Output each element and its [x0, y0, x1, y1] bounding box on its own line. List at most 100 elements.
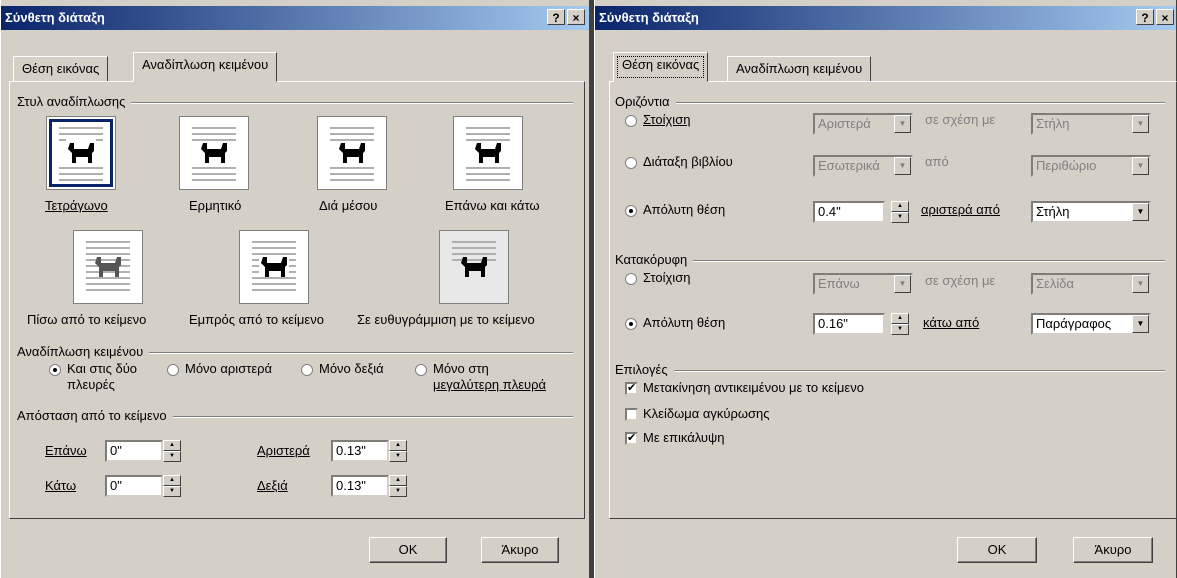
chevron-down-icon[interactable]: ▼ [1132, 115, 1149, 133]
group-divider [615, 260, 1165, 262]
vertical-absolute-spinner[interactable]: ▲ ▼ [891, 313, 909, 335]
vertical-below-value: Παράγραφος [1036, 316, 1112, 331]
vertical-relative-label: σε σχέση με [925, 273, 996, 288]
horizontal-left-of-select[interactable]: Στήλη ▼ [1031, 201, 1151, 223]
distance-right-spinner[interactable]: ▲ ▼ [389, 475, 407, 497]
tab-text-wrapping[interactable]: Αναδίπλωση κειμένου [133, 52, 278, 82]
lock-anchor-checkbox[interactable] [625, 408, 638, 421]
wrap-square-option[interactable] [46, 116, 116, 190]
vertical-relative-select[interactable]: Σελίδα ▼ [1031, 273, 1151, 295]
chevron-down-icon[interactable]: ▼ [1132, 203, 1149, 221]
vertical-alignment-label: Στοίχιση [643, 270, 691, 285]
tab-panel [609, 81, 1177, 519]
chevron-down-icon[interactable]: ▼ [894, 275, 911, 293]
wrap-left-only-radio[interactable] [167, 364, 179, 376]
distance-bottom-spinner[interactable]: ▲ ▼ [163, 475, 181, 497]
chevron-down-icon[interactable]: ▼ [894, 115, 911, 133]
horizontal-group-title: Οριζόντια [615, 94, 676, 109]
group-divider [615, 102, 1165, 104]
close-button[interactable]: × [1156, 9, 1174, 25]
vertical-relative-value: Σελίδα [1036, 276, 1074, 291]
tab-text-wrapping[interactable]: Αναδίπλωση κειμένου [727, 56, 872, 82]
help-button[interactable]: ? [1136, 9, 1154, 25]
wrap-top-bottom-option[interactable] [453, 116, 523, 190]
wrap-square-label: Τετράγωνο [45, 198, 108, 213]
wrap-behind-option[interactable] [73, 230, 143, 304]
cancel-button[interactable]: Άκυρο [481, 537, 559, 563]
wrap-tight-option[interactable] [179, 116, 249, 190]
distance-bottom-label: Κάτω [45, 478, 77, 493]
horizontal-alignment-select[interactable]: Αριστερά ▼ [813, 113, 913, 135]
layout-dialog-position: Σύνθετη διάταξη ? × Θέση εικόνας Αναδίπλ… [594, 0, 1177, 578]
horizontal-left-of-value: Στήλη [1036, 204, 1070, 219]
dialog-title: Σύνθετη διάταξη [5, 10, 105, 25]
tab-picture-position[interactable]: Θέση εικόνας [13, 56, 109, 82]
wrap-largest-side-radio[interactable] [415, 364, 427, 376]
vertical-alignment-value: Επάνω [818, 276, 860, 291]
wrap-text-group-title: Αναδίπλωση κειμένου [17, 344, 150, 359]
allow-overlap-checkbox[interactable]: ✔ [625, 432, 638, 445]
help-button[interactable]: ? [547, 9, 565, 25]
vertical-alignment-radio[interactable] [625, 273, 637, 285]
book-layout-value: Εσωτερικά [818, 158, 880, 173]
wrap-both-sides-label-2: πλευρές [67, 377, 115, 392]
book-layout-select[interactable]: Εσωτερικά ▼ [813, 155, 913, 177]
book-layout-of-label: από [925, 154, 949, 169]
title-bar: Σύνθετη διάταξη ? × [595, 6, 1176, 30]
wrap-both-sides-label: Και στις δύο [67, 361, 138, 376]
book-layout-radio[interactable] [625, 157, 637, 169]
chevron-down-icon[interactable]: ▼ [1132, 157, 1149, 175]
book-layout-of-value: Περιθώριο [1036, 158, 1097, 173]
wrap-right-only-radio[interactable] [301, 364, 313, 376]
distance-right-input[interactable]: 0.13" [331, 475, 389, 497]
move-with-text-checkbox[interactable]: ✔ [625, 382, 638, 395]
wrap-largest-side-label: Μόνο στη [433, 361, 489, 376]
title-bar: Σύνθετη διάταξη ? × [1, 6, 589, 30]
distance-top-input[interactable]: 0" [105, 440, 163, 462]
distance-left-label: Αριστερά [257, 443, 310, 458]
distance-left-spinner[interactable]: ▲ ▼ [389, 440, 407, 462]
distance-left-input[interactable]: 0.13" [331, 440, 389, 462]
horizontal-absolute-spinner[interactable]: ▲ ▼ [891, 201, 909, 223]
horizontal-alignment-value: Αριστερά [818, 116, 871, 131]
horizontal-absolute-input[interactable]: 0.4" [813, 201, 885, 223]
tab-picture-position[interactable]: Θέση εικόνας [613, 52, 709, 82]
chevron-down-icon[interactable]: ▼ [1132, 275, 1149, 293]
wrap-inline-option[interactable] [439, 230, 509, 304]
distance-bottom-input[interactable]: 0" [105, 475, 163, 497]
ok-button[interactable]: OK [369, 537, 447, 563]
distance-top-spinner[interactable]: ▲ ▼ [163, 440, 181, 462]
horizontal-alignment-radio[interactable] [625, 115, 637, 127]
ok-button[interactable]: OK [957, 537, 1037, 563]
book-layout-of-select[interactable]: Περιθώριο ▼ [1031, 155, 1151, 177]
distance-right-label: Δεξιά [257, 478, 288, 493]
vertical-alignment-select[interactable]: Επάνω ▼ [813, 273, 913, 295]
wrap-in-front-label: Εμπρός από το κείμενο [189, 312, 324, 327]
wrap-both-sides-radio[interactable] [49, 364, 61, 376]
dog-icon [259, 255, 289, 277]
wrap-in-front-option[interactable] [239, 230, 309, 304]
horizontal-absolute-radio[interactable] [625, 205, 637, 217]
vertical-absolute-label: Απόλυτη θέση [643, 315, 726, 330]
wrap-through-label: Διά μέσου [319, 198, 378, 213]
wrap-tight-label: Ερμητικό [189, 198, 242, 213]
horizontal-alignment-label: Στοίχιση [643, 112, 691, 127]
horizontal-relative-select[interactable]: Στήλη ▼ [1031, 113, 1151, 135]
vertical-absolute-radio[interactable] [625, 318, 637, 330]
distance-top-label: Επάνω [45, 443, 87, 458]
chevron-down-icon[interactable]: ▼ [1132, 315, 1149, 333]
group-divider [615, 370, 1165, 372]
vertical-absolute-input[interactable]: 0.16" [813, 313, 885, 335]
horizontal-absolute-label: Απόλυτη θέση [643, 202, 726, 217]
close-button[interactable]: × [567, 9, 585, 25]
wrap-through-option[interactable] [317, 116, 387, 190]
dog-icon [66, 139, 96, 165]
cancel-button[interactable]: Άκυρο [1073, 537, 1153, 563]
dog-icon [475, 143, 501, 163]
chevron-down-icon[interactable]: ▼ [894, 157, 911, 175]
wrap-behind-label: Πίσω από το κείμενο [27, 312, 147, 327]
vertical-below-select[interactable]: Παράγραφος ▼ [1031, 313, 1151, 335]
horizontal-left-of-label: αριστερά από [921, 202, 1000, 217]
dialog-title: Σύνθετη διάταξη [599, 10, 699, 25]
lock-anchor-label: Κλείδωμα αγκύρωσης [643, 406, 770, 421]
